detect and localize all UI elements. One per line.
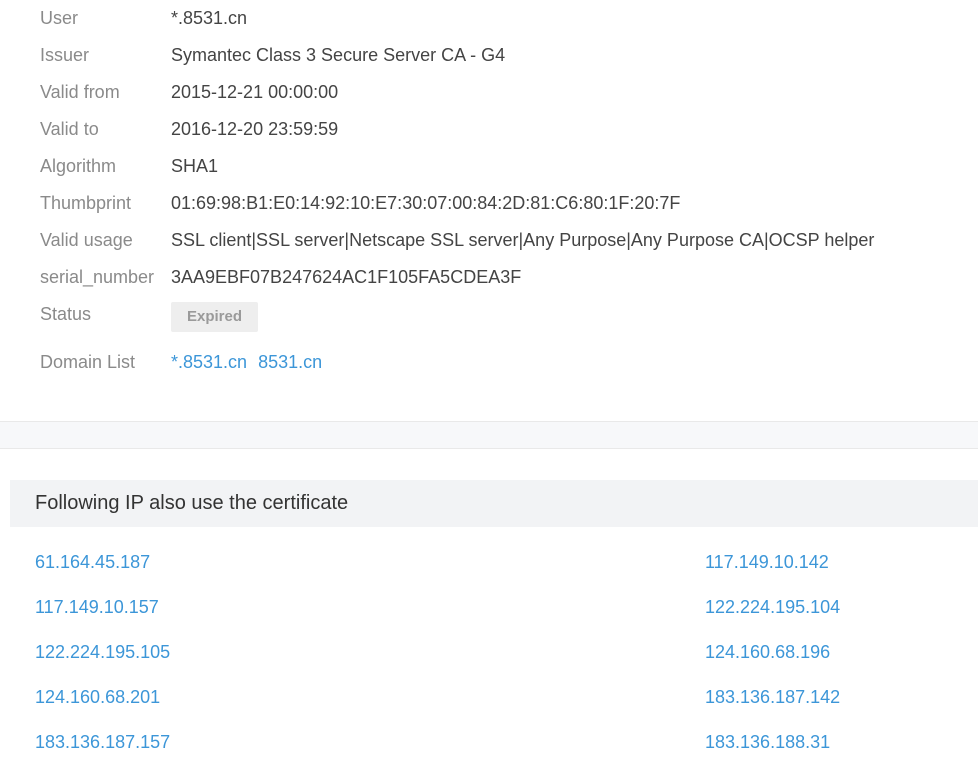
ip-link[interactable]: 117.149.10.142 bbox=[705, 549, 829, 575]
ip-link[interactable]: 117.149.10.157 bbox=[35, 594, 159, 620]
user-label: User bbox=[40, 8, 79, 28]
section-divider bbox=[0, 421, 978, 449]
row-thumbprint: Thumbprint 01:69:98:B1:E0:14:92:10:E7:30… bbox=[0, 185, 978, 222]
ip-section-title: Following IP also use the certificate bbox=[35, 492, 349, 514]
row-valid-from: Valid from 2015-12-21 00:00:00 bbox=[0, 74, 978, 111]
valid-from-value: 2015-12-21 00:00:00 bbox=[171, 82, 339, 102]
ip-link[interactable]: 183.136.188.31 bbox=[705, 729, 830, 755]
ip-link[interactable]: 124.160.68.196 bbox=[705, 639, 830, 665]
ip-link[interactable]: 122.224.195.104 bbox=[705, 594, 840, 620]
row-domain-list: Domain List bbox=[0, 344, 978, 381]
valid-to-label: Valid to bbox=[40, 119, 99, 139]
valid-usage-value: SSL client|SSL server|Netscape SSL serve… bbox=[171, 230, 875, 250]
user-value: *.8531.cn bbox=[171, 8, 248, 28]
ip-link[interactable]: 183.136.187.157 bbox=[35, 729, 170, 755]
status-label: Status bbox=[40, 304, 92, 324]
status-badge: Expired bbox=[171, 302, 258, 332]
domain-link[interactable]: 8531.cn bbox=[258, 352, 322, 372]
valid-to-value: 2016-12-20 23:59:59 bbox=[171, 119, 339, 139]
thumbprint-label: Thumbprint bbox=[40, 193, 132, 213]
ip-link[interactable]: 122.224.195.105 bbox=[35, 639, 170, 665]
row-issuer: Issuer Symantec Class 3 Secure Server CA… bbox=[0, 37, 978, 74]
issuer-label: Issuer bbox=[40, 45, 90, 65]
algorithm-label: Algorithm bbox=[40, 156, 117, 176]
valid-usage-label: Valid usage bbox=[40, 230, 133, 250]
domain-link[interactable]: *.8531.cn bbox=[171, 352, 247, 372]
thumbprint-value: 01:69:98:B1:E0:14:92:10:E7:30:07:00:84:2… bbox=[171, 193, 681, 213]
algorithm-value: SHA1 bbox=[171, 156, 219, 176]
ip-link[interactable]: 124.160.68.201 bbox=[35, 684, 160, 710]
row-serial-number: serial_number 3AA9EBF07B247624AC1F105FA5… bbox=[0, 259, 978, 296]
ip-link[interactable]: 61.164.45.187 bbox=[35, 549, 150, 575]
issuer-value: Symantec Class 3 Secure Server CA - G4 bbox=[171, 45, 506, 65]
row-valid-to: Valid to 2016-12-20 23:59:59 bbox=[0, 111, 978, 148]
certificate-page: User *.8531.cn Issuer Symantec Class 3 S… bbox=[0, 0, 978, 767]
ip-link[interactable]: 183.136.187.142 bbox=[705, 684, 840, 710]
row-algorithm: Algorithm SHA1 bbox=[0, 148, 978, 185]
row-valid-usage: Valid usage SSL client|SSL server|Netsca… bbox=[0, 222, 978, 259]
ip-section-header: Following IP also use the certificate bbox=[10, 480, 978, 527]
valid-from-label: Valid from bbox=[40, 82, 120, 102]
row-user: User *.8531.cn bbox=[0, 0, 978, 37]
serial-number-value: 3AA9EBF07B247624AC1F105FA5CDEA3F bbox=[171, 267, 522, 287]
domain-list-label: Domain List bbox=[40, 352, 136, 372]
domain-list: *.8531.cn 8531.cn bbox=[171, 344, 322, 381]
serial-number-label: serial_number bbox=[40, 267, 155, 287]
row-status: Status bbox=[0, 296, 978, 333]
